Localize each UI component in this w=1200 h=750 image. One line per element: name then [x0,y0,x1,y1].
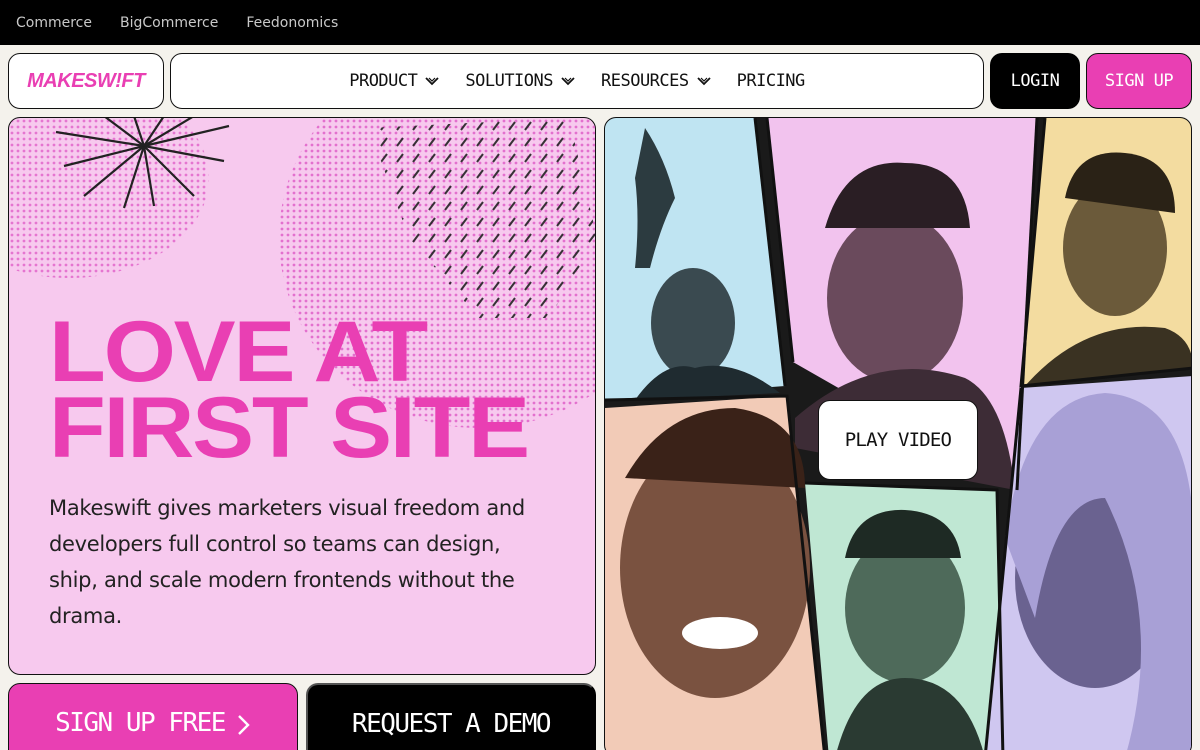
hero-headline: LOVE AT FIRST SITE [49,304,530,476]
cta-label: SIGN UP FREE [55,708,226,738]
nav-item-resources[interactable]: RESOURCES [601,71,711,91]
topbar-link-commerce[interactable]: Commerce [16,15,92,31]
logo: MAKESW!FT [27,69,145,92]
top-bar: Commerce BigCommerce Feedonomics [0,0,1200,45]
headline-line-1: LOVE AT [49,304,428,400]
cta-label: REQUEST A DEMO [351,709,552,739]
login-button[interactable]: LOGIN [990,53,1080,109]
person-silhouette [651,268,735,378]
topbar-link-feedonomics[interactable]: Feedonomics [246,15,338,31]
chevron-down-icon [561,77,575,86]
topbar-link-bigcommerce[interactable]: BigCommerce [120,15,218,31]
signup-button[interactable]: SIGN UP [1086,53,1192,109]
nav-label: SOLUTIONS [465,71,553,91]
logo-link[interactable]: MAKESW!FT [8,53,164,109]
main-nav: PRODUCT SOLUTIONS RESOURCES PRICING [170,53,984,109]
hero-panel: LOVE AT FIRST SITE Makeswift gives marke… [8,117,596,675]
person-silhouette [827,213,963,383]
headline-line-2: FIRST SITE [49,380,530,476]
chevron-right-icon [238,715,250,735]
chevron-down-icon [696,77,711,86]
nav-label: RESOURCES [601,71,689,91]
hero-subtext: Makeswift gives marketers visual freedom… [49,496,525,628]
nav-item-solutions[interactable]: SOLUTIONS [465,71,575,91]
sign-up-free-button[interactable]: SIGN UP FREE [8,683,298,750]
chevron-down-icon [425,77,440,86]
nav-label: PRODUCT [349,71,418,91]
nav-label: PRICING [736,71,806,91]
nav-item-pricing[interactable]: PRICING [736,71,806,91]
play-video-button[interactable]: PLAY VIDEO [818,400,978,480]
request-demo-button[interactable]: REQUEST A DEMO [306,683,596,750]
nav-item-product[interactable]: PRODUCT [349,71,440,91]
